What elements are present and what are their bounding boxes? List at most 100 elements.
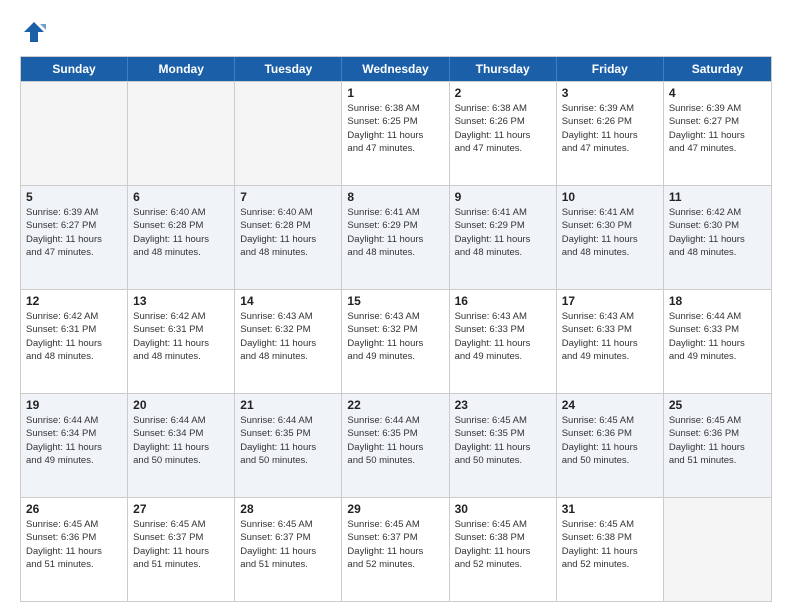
week-row-2: 12 Sunrise: 6:42 AM Sunset: 6:31 PM Dayli…	[21, 289, 771, 393]
day-header-tuesday: Tuesday	[235, 57, 342, 81]
day-info: Sunrise: 6:45 AM Sunset: 6:38 PM Dayligh…	[455, 518, 551, 571]
day-info: Sunrise: 6:45 AM Sunset: 6:37 PM Dayligh…	[240, 518, 336, 571]
day-info: Sunrise: 6:45 AM Sunset: 6:35 PM Dayligh…	[455, 414, 551, 467]
day-number: 14	[240, 294, 336, 308]
day-number: 17	[562, 294, 658, 308]
day-number: 30	[455, 502, 551, 516]
day-number: 6	[133, 190, 229, 204]
day-cell-5: 5 Sunrise: 6:39 AM Sunset: 6:27 PM Daylig…	[21, 186, 128, 289]
day-number: 29	[347, 502, 443, 516]
day-cell-9: 9 Sunrise: 6:41 AM Sunset: 6:29 PM Daylig…	[450, 186, 557, 289]
day-cell-7: 7 Sunrise: 6:40 AM Sunset: 6:28 PM Daylig…	[235, 186, 342, 289]
day-info: Sunrise: 6:40 AM Sunset: 6:28 PM Dayligh…	[240, 206, 336, 259]
day-cell-22: 22 Sunrise: 6:44 AM Sunset: 6:35 PM Dayli…	[342, 394, 449, 497]
day-number: 7	[240, 190, 336, 204]
week-row-3: 19 Sunrise: 6:44 AM Sunset: 6:34 PM Dayli…	[21, 393, 771, 497]
logo	[20, 18, 52, 46]
day-cell-16: 16 Sunrise: 6:43 AM Sunset: 6:33 PM Dayli…	[450, 290, 557, 393]
empty-cell	[21, 82, 128, 185]
day-cell-20: 20Sunrise: 6:44 AM Sunset: 6:34 PM Dayli…	[128, 394, 235, 497]
day-number: 25	[669, 398, 766, 412]
day-info: Sunrise: 6:39 AM Sunset: 6:26 PM Dayligh…	[562, 102, 658, 155]
day-info: Sunrise: 6:41 AM Sunset: 6:29 PM Dayligh…	[455, 206, 551, 259]
day-cell-15: 15 Sunrise: 6:43 AM Sunset: 6:32 PM Dayli…	[342, 290, 449, 393]
day-cell-10: 10 Sunrise: 6:41 AM Sunset: 6:30 PM Dayli…	[557, 186, 664, 289]
calendar-body: 1 Sunrise: 6:38 AM Sunset: 6:25 PM Daylig…	[21, 81, 771, 601]
day-info: Sunrise: 6:44 AM Sunset: 6:35 PM Dayligh…	[240, 414, 336, 467]
week-row-0: 1 Sunrise: 6:38 AM Sunset: 6:25 PM Daylig…	[21, 81, 771, 185]
day-info: Sunrise: 6:44 AM Sunset: 6:33 PM Dayligh…	[669, 310, 766, 363]
day-info: Sunrise: 6:45 AM Sunset: 6:37 PM Dayligh…	[347, 518, 443, 571]
day-info: Sunrise: 6:44 AM Sunset: 6:35 PM Dayligh…	[347, 414, 443, 467]
day-number: 22	[347, 398, 443, 412]
day-number: 8	[347, 190, 443, 204]
day-info: Sunrise: 6:45 AM Sunset: 6:38 PM Dayligh…	[562, 518, 658, 571]
day-cell-1: 1 Sunrise: 6:38 AM Sunset: 6:25 PM Daylig…	[342, 82, 449, 185]
day-info: Sunrise: 6:44 AM Sunset: 6:34 PM Dayligh…	[26, 414, 122, 467]
week-row-4: 26 Sunrise: 6:45 AM Sunset: 6:36 PM Dayli…	[21, 497, 771, 601]
day-info: Sunrise: 6:45 AM Sunset: 6:36 PM Dayligh…	[562, 414, 658, 467]
day-cell-31: 31 Sunrise: 6:45 AM Sunset: 6:38 PM Dayli…	[557, 498, 664, 601]
day-info: Sunrise: 6:42 AM Sunset: 6:31 PM Dayligh…	[26, 310, 122, 363]
day-cell-23: 23 Sunrise: 6:45 AM Sunset: 6:35 PM Dayli…	[450, 394, 557, 497]
day-info: Sunrise: 6:39 AM Sunset: 6:27 PM Dayligh…	[669, 102, 766, 155]
day-header-sunday: Sunday	[21, 57, 128, 81]
day-number: 23	[455, 398, 551, 412]
day-cell-6: 6 Sunrise: 6:40 AM Sunset: 6:28 PM Daylig…	[128, 186, 235, 289]
day-number: 10	[562, 190, 658, 204]
day-info: Sunrise: 6:45 AM Sunset: 6:37 PM Dayligh…	[133, 518, 229, 571]
day-info: Sunrise: 6:45 AM Sunset: 6:36 PM Dayligh…	[26, 518, 122, 571]
calendar: SundayMondayTuesdayWednesdayThursdayFrid…	[20, 56, 772, 602]
day-number: 13	[133, 294, 229, 308]
day-cell-26: 26 Sunrise: 6:45 AM Sunset: 6:36 PM Dayli…	[21, 498, 128, 601]
empty-cell	[235, 82, 342, 185]
day-number: 3	[562, 86, 658, 100]
day-info: Sunrise: 6:38 AM Sunset: 6:26 PM Dayligh…	[455, 102, 551, 155]
day-info: Sunrise: 6:43 AM Sunset: 6:33 PM Dayligh…	[562, 310, 658, 363]
day-number: 16	[455, 294, 551, 308]
day-info: Sunrise: 6:41 AM Sunset: 6:29 PM Dayligh…	[347, 206, 443, 259]
day-number: 24	[562, 398, 658, 412]
day-header-thursday: Thursday	[450, 57, 557, 81]
day-info: Sunrise: 6:40 AM Sunset: 6:28 PM Dayligh…	[133, 206, 229, 259]
day-info: Sunrise: 6:42 AM Sunset: 6:30 PM Dayligh…	[669, 206, 766, 259]
day-number: 26	[26, 502, 122, 516]
day-number: 4	[669, 86, 766, 100]
day-cell-11: 11Sunrise: 6:42 AM Sunset: 6:30 PM Dayli…	[664, 186, 771, 289]
day-cell-28: 28Sunrise: 6:45 AM Sunset: 6:37 PM Dayli…	[235, 498, 342, 601]
day-cell-3: 3 Sunrise: 6:39 AM Sunset: 6:26 PM Daylig…	[557, 82, 664, 185]
day-number: 27	[133, 502, 229, 516]
day-cell-21: 21 Sunrise: 6:44 AM Sunset: 6:35 PM Dayli…	[235, 394, 342, 497]
day-header-friday: Friday	[557, 57, 664, 81]
day-cell-12: 12 Sunrise: 6:42 AM Sunset: 6:31 PM Dayli…	[21, 290, 128, 393]
day-info: Sunrise: 6:43 AM Sunset: 6:32 PM Dayligh…	[347, 310, 443, 363]
day-number: 21	[240, 398, 336, 412]
day-number: 12	[26, 294, 122, 308]
week-row-1: 5 Sunrise: 6:39 AM Sunset: 6:27 PM Daylig…	[21, 185, 771, 289]
day-info: Sunrise: 6:41 AM Sunset: 6:30 PM Dayligh…	[562, 206, 658, 259]
day-number: 19	[26, 398, 122, 412]
header	[20, 18, 772, 46]
day-info: Sunrise: 6:43 AM Sunset: 6:33 PM Dayligh…	[455, 310, 551, 363]
day-info: Sunrise: 6:39 AM Sunset: 6:27 PM Dayligh…	[26, 206, 122, 259]
day-info: Sunrise: 6:38 AM Sunset: 6:25 PM Dayligh…	[347, 102, 443, 155]
day-number: 5	[26, 190, 122, 204]
day-number: 31	[562, 502, 658, 516]
day-number: 15	[347, 294, 443, 308]
day-info: Sunrise: 6:43 AM Sunset: 6:32 PM Dayligh…	[240, 310, 336, 363]
day-cell-24: 24 Sunrise: 6:45 AM Sunset: 6:36 PM Dayli…	[557, 394, 664, 497]
day-number: 1	[347, 86, 443, 100]
day-header-wednesday: Wednesday	[342, 57, 449, 81]
day-number: 18	[669, 294, 766, 308]
day-cell-29: 29 Sunrise: 6:45 AM Sunset: 6:37 PM Dayli…	[342, 498, 449, 601]
logo-icon	[20, 18, 48, 46]
day-cell-13: 13Sunrise: 6:42 AM Sunset: 6:31 PM Dayli…	[128, 290, 235, 393]
page: SundayMondayTuesdayWednesdayThursdayFrid…	[0, 0, 792, 612]
day-cell-4: 4 Sunrise: 6:39 AM Sunset: 6:27 PM Daylig…	[664, 82, 771, 185]
day-number: 20	[133, 398, 229, 412]
day-number: 9	[455, 190, 551, 204]
day-cell-17: 17 Sunrise: 6:43 AM Sunset: 6:33 PM Dayli…	[557, 290, 664, 393]
day-cell-27: 27 Sunrise: 6:45 AM Sunset: 6:37 PM Dayli…	[128, 498, 235, 601]
day-cell-2: 2 Sunrise: 6:38 AM Sunset: 6:26 PM Daylig…	[450, 82, 557, 185]
day-number: 2	[455, 86, 551, 100]
